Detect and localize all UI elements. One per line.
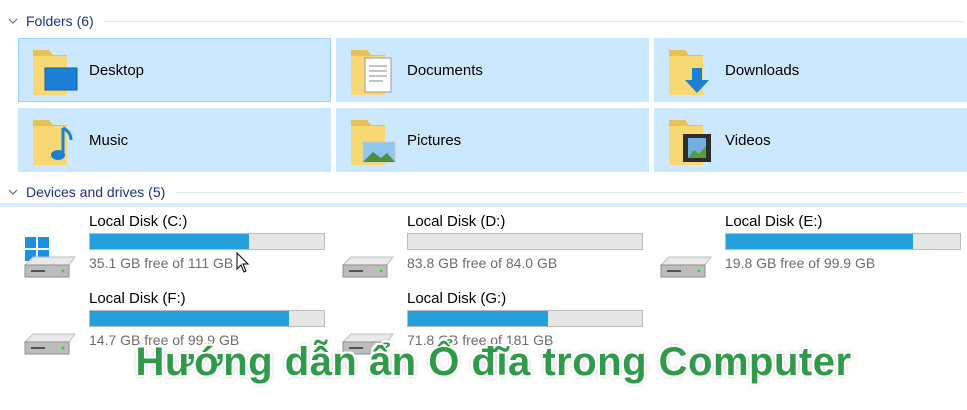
drive-e[interactable]: Local Disk (E:) 19.8 GB free of 99.9 GB	[655, 213, 965, 279]
group-divider	[103, 20, 963, 22]
hard-drive-icon	[341, 256, 394, 278]
drive-name: Local Disk (D:)	[407, 213, 506, 230]
drive-name: Local Disk (F:)	[89, 290, 186, 307]
drive-name: Local Disk (C:)	[89, 213, 188, 230]
folders-group-header[interactable]: Folders (6)	[0, 10, 967, 32]
drive-usage-bar	[89, 310, 325, 327]
folder-tile-downloads[interactable]: Downloads	[654, 38, 967, 102]
folder-label: Music	[89, 131, 129, 149]
drive-usage-bar	[725, 233, 961, 250]
pictures-folder-icon	[351, 120, 396, 165]
drive-usage-fill	[726, 234, 914, 249]
drive-c[interactable]: Local Disk (C:) 35.1 GB free of 111 GB	[19, 213, 329, 279]
folder-label: Videos	[725, 131, 771, 149]
drive-usage-fill	[90, 311, 289, 326]
videos-folder-icon	[669, 120, 711, 165]
drive-d[interactable]: Local Disk (D:) 83.8 GB free of 84.0 GB	[337, 213, 647, 279]
drive-free-space: 83.8 GB free of 84.0 GB	[407, 255, 558, 271]
folder-label: Documents	[407, 61, 483, 79]
drive-free-space: 35.1 GB free of 111 GB	[89, 255, 234, 271]
drive-usage-fill	[90, 234, 250, 249]
windows-drive-icon	[23, 237, 76, 278]
folder-tile-music[interactable]: Music	[18, 108, 331, 172]
folder-tile-documents[interactable]: Documents	[336, 38, 649, 102]
drive-usage-bar	[407, 233, 643, 250]
overlay-caption: Hướng dẫn ẩn Ổ đĩa trong Computer	[135, 340, 852, 384]
music-folder-icon	[33, 120, 73, 165]
drive-usage-bar	[407, 310, 643, 327]
folder-tile-videos[interactable]: Videos	[654, 108, 967, 172]
drive-name: Local Disk (G:)	[407, 290, 507, 307]
drives-header-underline	[0, 203, 967, 207]
drives-group-title: Devices and drives (5)	[26, 184, 166, 200]
folder-label: Desktop	[89, 61, 145, 79]
chevron-down-icon[interactable]	[8, 16, 18, 26]
documents-folder-icon	[351, 50, 392, 95]
drive-usage-bar	[89, 233, 325, 250]
drive-free-space: 19.8 GB free of 99.9 GB	[725, 255, 876, 271]
folders-group-title: Folders (6)	[26, 13, 94, 29]
folder-tile-desktop[interactable]: Desktop	[18, 38, 331, 102]
hard-drive-icon	[659, 256, 712, 278]
group-divider	[175, 191, 963, 193]
drives-group-header[interactable]: Devices and drives (5)	[0, 181, 967, 203]
folder-tile-pictures[interactable]: Pictures	[336, 108, 649, 172]
folder-label: Pictures	[407, 131, 462, 149]
downloads-folder-icon	[669, 50, 709, 95]
drive-usage-fill	[408, 311, 549, 326]
desktop-folder-icon	[33, 50, 78, 95]
folder-label: Downloads	[725, 61, 800, 79]
mouse-cursor-icon	[236, 252, 250, 273]
drive-name: Local Disk (E:)	[725, 213, 823, 230]
chevron-down-icon[interactable]	[8, 187, 18, 197]
